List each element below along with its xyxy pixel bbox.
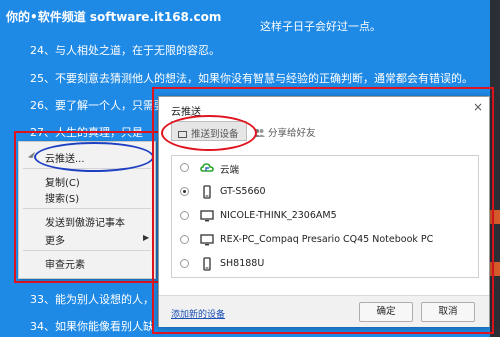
cloud-push-dialog: 云推送 × 推送到设备 分享给好友 云端 GT-S5660 NICOLE-THI…: [158, 96, 490, 327]
bg-line: 这样子日子会好过一点。: [260, 20, 381, 33]
bg-line: 24、与人相处之道，在于无限的容忍。: [30, 44, 220, 57]
bg-line: 25、不要刻意去猜测他人的想法，如果你没有智慧与经验的正确判断，通常都会有错误的…: [30, 72, 473, 85]
device-radio[interactable]: [180, 211, 189, 220]
watermark: 你的•软件频道 software.it168.com: [6, 10, 222, 24]
highlight-ellipse-cloud-push: [34, 142, 154, 172]
context-item-inspect-element[interactable]: 审查元素: [45, 256, 85, 271]
device-name: SH8188U: [220, 258, 265, 269]
device-item[interactable]: 云端: [172, 158, 478, 178]
device-item[interactable]: GT-S5660: [172, 182, 478, 202]
submenu-arrow-icon: ▶: [143, 233, 150, 242]
context-item-search[interactable]: 搜索(S): [45, 190, 79, 205]
cloud-icon: [200, 163, 214, 172]
device-radio[interactable]: [180, 235, 189, 244]
add-device-link[interactable]: 添加新的设备: [171, 307, 225, 320]
bg-line: 26、要了解一个人，只需要: [30, 99, 165, 112]
dialog-footer: 添加新的设备 确定 取消: [159, 295, 489, 327]
device-radio[interactable]: [180, 163, 189, 172]
cancel-button[interactable]: 取消: [421, 302, 475, 322]
device-item[interactable]: SH8188U: [172, 254, 478, 274]
device-name: NICOLE-THINK_2306AM5: [220, 210, 337, 221]
context-item-copy[interactable]: 复制(C): [45, 174, 80, 189]
device-name: GT-S5660: [220, 186, 266, 197]
monitor-icon: [200, 234, 214, 246]
menu-divider: [23, 250, 151, 251]
close-icon[interactable]: ×: [473, 100, 483, 114]
device-list: 云端 GT-S5660 NICOLE-THINK_2306AM5 REX-PC_…: [171, 155, 479, 278]
ok-button[interactable]: 确定: [359, 302, 413, 322]
device-item[interactable]: NICOLE-THINK_2306AM5: [172, 206, 478, 226]
device-item[interactable]: REX-PC_Compaq Presario CQ45 Notebook PC: [172, 230, 478, 250]
highlight-ellipse-push-tab: [161, 115, 257, 151]
bg-line: 33、能为别人设想的人，: [30, 293, 154, 306]
watermark-prefix: 你的: [6, 10, 31, 24]
bg-line: 34、如果你能像看别人缺: [30, 320, 154, 333]
tab-share-with-friends[interactable]: 分享给好友: [247, 121, 321, 141]
device-radio[interactable]: [180, 187, 189, 196]
context-item-more[interactable]: 更多: [45, 232, 65, 247]
watermark-suffix: 软件频道 software.it168.com: [37, 10, 222, 24]
device-radio[interactable]: [180, 259, 189, 268]
phone-icon: [203, 185, 211, 199]
device-name: REX-PC_Compaq Presario CQ45 Notebook PC: [220, 234, 434, 245]
device-name: 云端: [220, 165, 240, 176]
phone-icon: [203, 257, 211, 271]
tab-label: 分享给好友: [268, 128, 316, 139]
menu-divider: [23, 208, 151, 209]
context-item-send-to-notebook[interactable]: 发送到傲游记事本: [45, 214, 125, 229]
monitor-icon: [200, 210, 214, 222]
